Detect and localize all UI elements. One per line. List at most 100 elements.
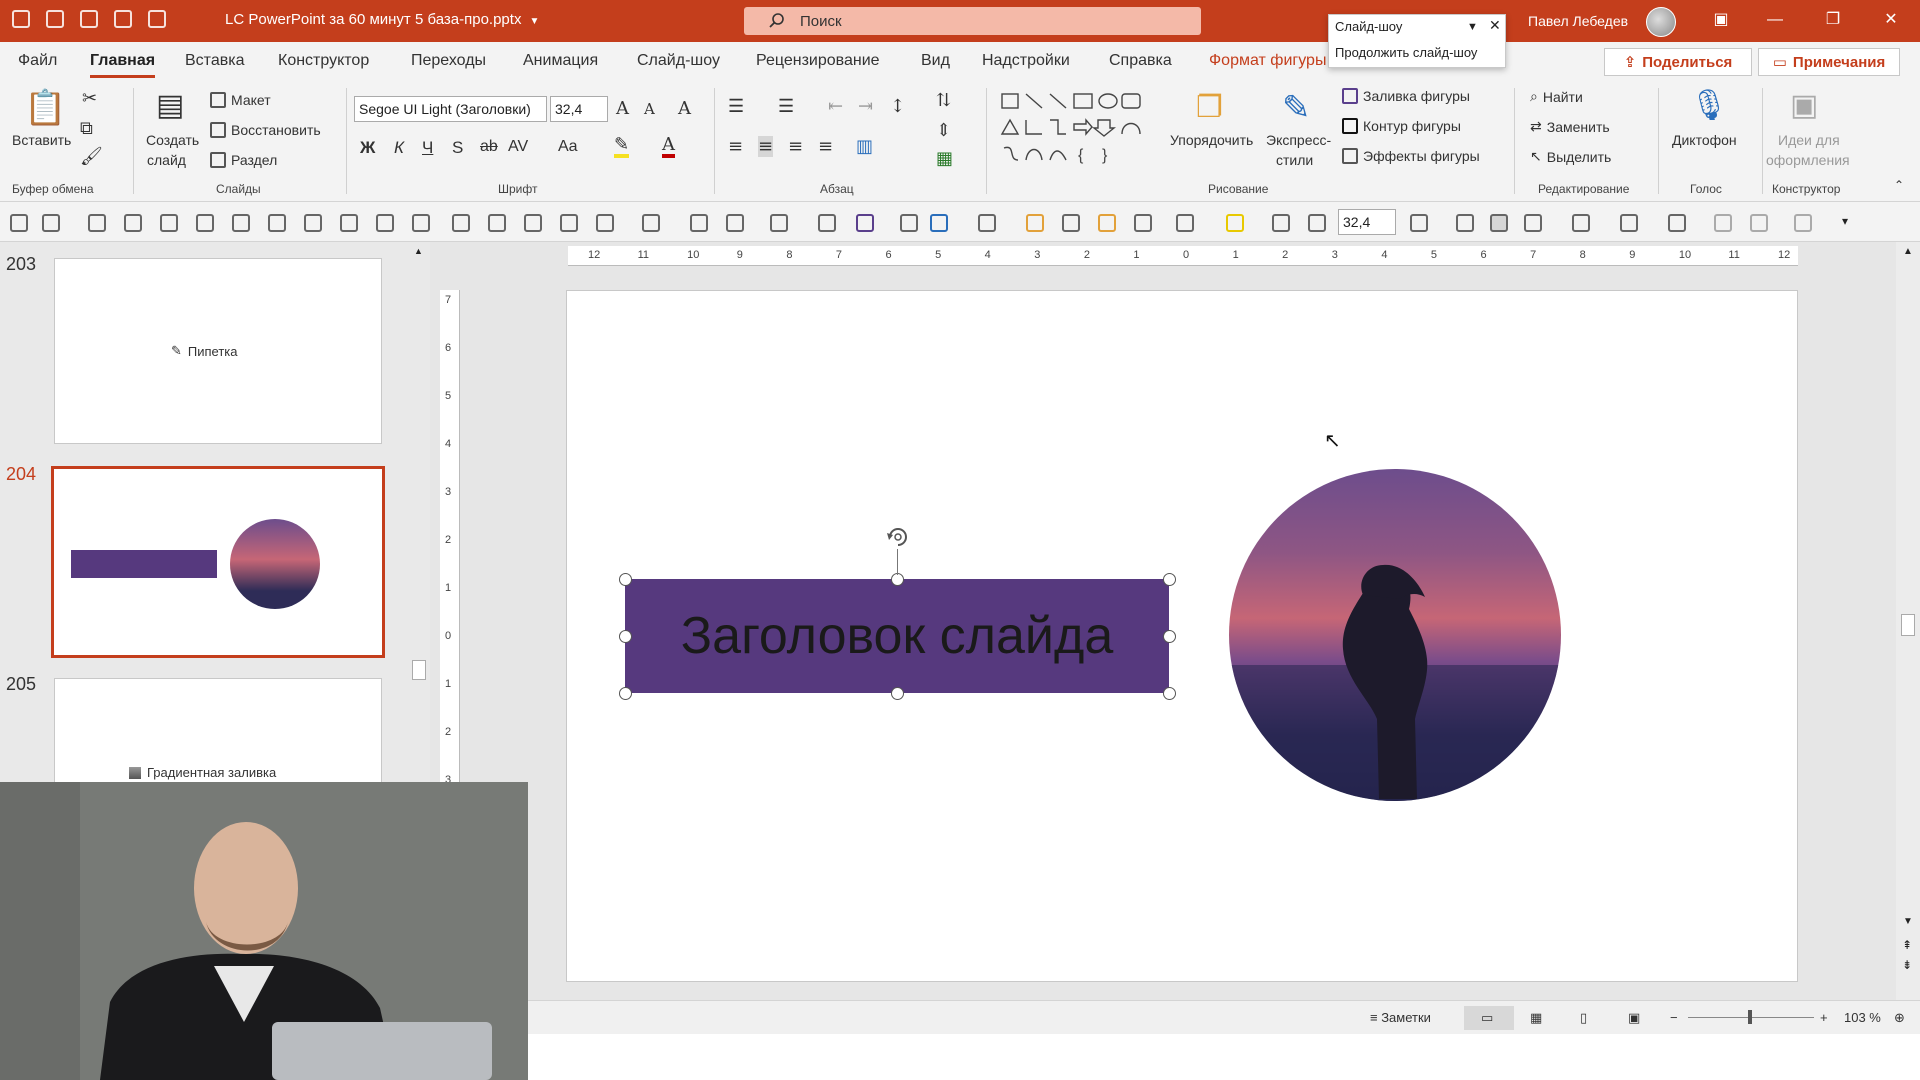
tab-view[interactable]: Вид (921, 52, 950, 70)
line-spacing-icon[interactable] (1524, 214, 1542, 232)
align-left-icon[interactable] (1456, 214, 1474, 232)
align-text-icon[interactable]: ⇕ (936, 120, 951, 141)
tab-home[interactable]: Главная (90, 52, 156, 78)
distribute-icon[interactable] (304, 214, 322, 232)
crop-icon[interactable] (690, 214, 708, 232)
copy-icon[interactable]: ⧉ (80, 118, 93, 139)
ribbon-display-icon[interactable]: ▣ (1708, 8, 1734, 32)
zoom-slider-thumb[interactable] (1748, 1010, 1752, 1024)
resize-handle[interactable] (1163, 573, 1176, 586)
tab-shape-format[interactable]: Формат фигуры (1209, 52, 1326, 70)
increase-font-icon[interactable] (1272, 214, 1290, 232)
save-icon[interactable] (46, 10, 64, 28)
decrease-indent-icon[interactable]: ⇤ (828, 96, 843, 117)
increase-indent-icon[interactable]: ⇥ (858, 96, 873, 117)
thumbnail-scrollbar[interactable]: ▲ (412, 242, 426, 782)
clear-formatting-icon[interactable]: A (678, 98, 691, 119)
fill-icon[interactable] (818, 214, 836, 232)
move-icon[interactable] (524, 214, 542, 232)
layout-icon[interactable] (10, 214, 28, 232)
cut-icon[interactable]: ✂ (82, 88, 97, 109)
increase-font-icon[interactable]: A (616, 98, 629, 119)
replace-button[interactable]: ⇄ Заменить (1530, 118, 1610, 135)
slide-thumbnail-205[interactable]: Градиентная заливка (54, 678, 382, 782)
layout-icon[interactable] (42, 214, 60, 232)
shape-fill-button[interactable]: Заливка фигуры (1342, 88, 1470, 104)
designer-icon[interactable]: ▣ (1790, 88, 1818, 123)
start-slideshow-icon[interactable] (148, 10, 166, 28)
line-spacing-icon[interactable]: ↕ (890, 96, 905, 117)
slide-canvas[interactable]: Заголовок слайда (566, 290, 1798, 982)
design-ideas-button-line2[interactable]: оформления (1766, 152, 1850, 168)
slide-thumbnail-204[interactable] (51, 466, 385, 658)
align-bottom-icon[interactable] (268, 214, 286, 232)
smartart-icon[interactable]: ▦ (936, 148, 953, 169)
numbering-icon[interactable]: ☰ (778, 96, 794, 117)
next-slide-icon[interactable]: ⇟ (1902, 958, 1912, 972)
font-color-icon[interactable] (1176, 214, 1194, 232)
reading-view-button[interactable]: ▯ (1580, 1010, 1587, 1026)
redo-icon[interactable] (114, 10, 132, 28)
resize-handle[interactable] (1163, 687, 1176, 700)
rotate-handle[interactable] (884, 523, 912, 551)
align-left-icon[interactable] (88, 214, 106, 232)
combine-icon[interactable] (1794, 214, 1812, 232)
paste-button[interactable]: Вставить (12, 132, 71, 148)
circle-icon[interactable] (596, 214, 614, 232)
normal-view-button[interactable]: ▭ (1464, 1006, 1514, 1030)
justify-icon[interactable]: ≡ (818, 136, 833, 157)
paste-icon[interactable]: 📋 (24, 88, 66, 128)
columns-icon[interactable]: ▥ (856, 136, 873, 157)
arrange-icon[interactable] (1134, 214, 1152, 232)
tab-slideshow[interactable]: Слайд-шоу (637, 52, 720, 70)
new-slide-icon[interactable]: ▤ (156, 88, 184, 123)
document-title[interactable]: LC PowerPoint за 60 минут 5 база-про.ppt… (225, 11, 539, 28)
highlight-icon[interactable]: ✎ (614, 136, 630, 158)
scrollbar-thumb[interactable] (412, 660, 426, 680)
shape-effects-button[interactable]: Эффекты фигуры (1342, 148, 1480, 164)
decrease-font-icon[interactable]: A (644, 100, 655, 118)
design-ideas-button-line1[interactable]: Идеи для (1778, 132, 1840, 148)
shape-outline-button[interactable]: Контур фигуры (1342, 118, 1461, 134)
font-name-select[interactable]: Segoe UI Light (Заголовки) (354, 96, 547, 122)
strikethrough-button[interactable]: ab (480, 138, 498, 156)
bring-forward-icon[interactable] (1026, 214, 1044, 232)
select-button[interactable]: ↖ Выделить (1530, 148, 1611, 165)
comments-button[interactable]: ▭ Примечания (1758, 48, 1900, 76)
picture-icon[interactable] (770, 214, 788, 232)
underline-button[interactable]: Ч (422, 138, 433, 158)
reset-button[interactable]: Восстановить (210, 122, 321, 138)
collapse-ribbon-icon[interactable]: ⌃ (1894, 178, 1904, 192)
circle-photo[interactable] (1229, 469, 1561, 801)
arrange-button[interactable]: Упорядочить (1170, 132, 1253, 148)
quick-styles-button-line2[interactable]: стили (1276, 152, 1313, 168)
new-slide-button-line2[interactable]: слайд (147, 152, 186, 168)
chevron-down-icon[interactable]: ▼ (1467, 21, 1478, 33)
tab-transitions[interactable]: Переходы (411, 52, 486, 70)
brightness-icon[interactable] (726, 214, 744, 232)
slideshow-popup-title[interactable]: Слайд-шоу (1335, 19, 1402, 34)
tab-review[interactable]: Рецензирование (756, 52, 880, 70)
microphone-icon[interactable]: 🎙 (1690, 88, 1728, 123)
slide-title-text[interactable]: Заголовок слайда (681, 606, 1114, 666)
zoom-level[interactable]: 103 % (1844, 1010, 1881, 1025)
align-left-icon[interactable]: ≡ (728, 136, 743, 157)
tab-addins[interactable]: Надстройки (982, 52, 1070, 70)
decrease-font-icon[interactable] (1308, 214, 1326, 232)
slide-title-shape[interactable]: Заголовок слайда (625, 579, 1169, 693)
tab-insert[interactable]: Вставка (185, 52, 244, 70)
shape-effects-icon[interactable] (1620, 214, 1638, 232)
format-painter-icon[interactable]: 🖌 (80, 146, 103, 167)
new-slide-button-line1[interactable]: Создать (146, 132, 199, 148)
tab-animations[interactable]: Анимация (523, 52, 598, 70)
tab-file[interactable]: Файл (18, 52, 57, 70)
outline-pen-icon[interactable] (978, 214, 996, 232)
character-spacing-button[interactable]: AV (508, 138, 528, 156)
rotate-icon[interactable] (376, 214, 394, 232)
table-icon[interactable] (1714, 214, 1732, 232)
resize-handle[interactable] (891, 687, 904, 700)
fit-slide-icon[interactable]: ⊕ (1894, 1010, 1905, 1026)
tab-design[interactable]: Конструктор (278, 52, 369, 70)
quick-styles-button-line1[interactable]: Экспресс- (1266, 132, 1331, 148)
text-direction-icon[interactable] (1410, 214, 1428, 232)
